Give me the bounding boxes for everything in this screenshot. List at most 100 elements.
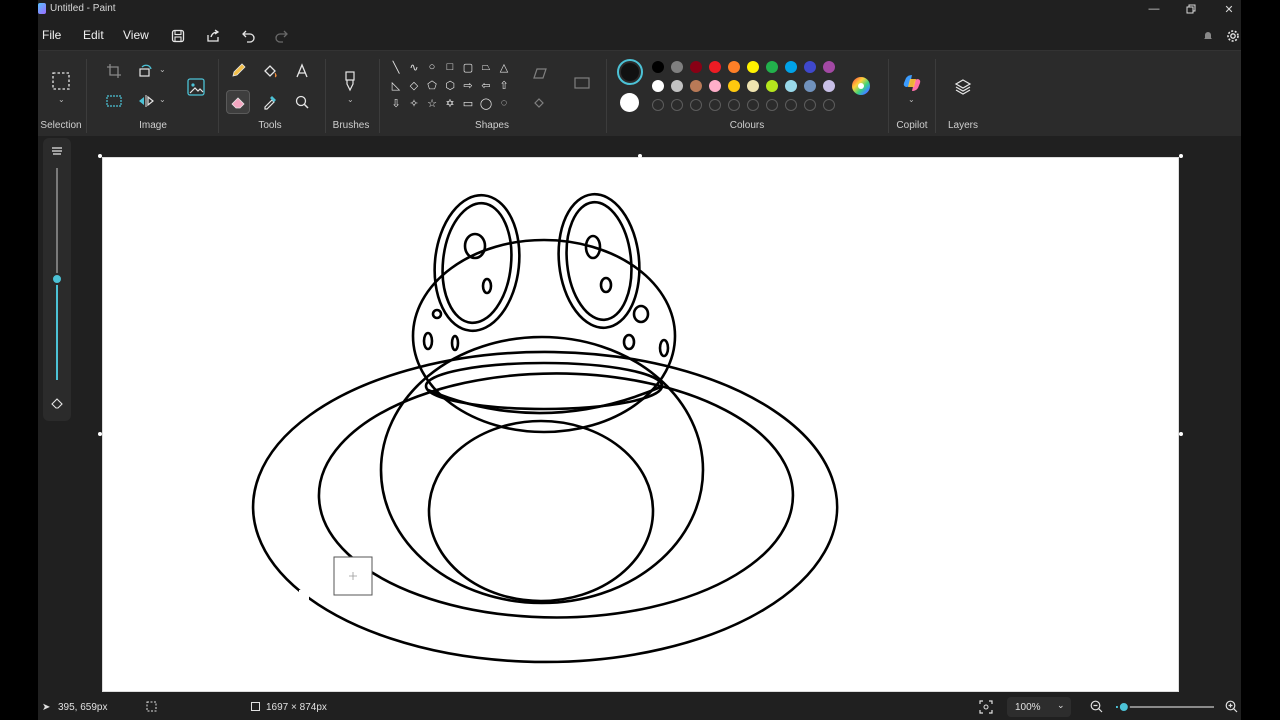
colour-swatch[interactable] <box>728 80 740 92</box>
primary-colour-button[interactable] <box>617 59 643 85</box>
diamond-shape-icon[interactable]: ◇ <box>406 77 422 93</box>
custom-colour-slot[interactable] <box>766 99 778 111</box>
colour-swatch[interactable] <box>690 61 702 73</box>
redo-button[interactable] <box>271 26 291 46</box>
pentagon-shape-icon[interactable]: ⬠ <box>424 77 440 93</box>
oval-callout-shape-icon[interactable]: ◯ <box>478 95 494 111</box>
canvas-resize-handle[interactable] <box>1179 432 1183 436</box>
colour-swatch[interactable] <box>671 61 683 73</box>
chevron-down-icon[interactable]: ⌄ <box>347 95 354 104</box>
colour-swatch[interactable] <box>785 61 797 73</box>
hexagon-shape-icon[interactable]: ⬡ <box>442 77 458 93</box>
settings-button[interactable] <box>1223 26 1243 46</box>
brushes-button[interactable] <box>338 69 362 93</box>
flip-button[interactable] <box>134 89 158 113</box>
brush-size-thumb[interactable] <box>51 273 63 285</box>
zoom-in-button[interactable] <box>1225 700 1238 716</box>
colour-swatch[interactable] <box>709 80 721 92</box>
canvas-resize-handle[interactable] <box>98 154 102 158</box>
line-shape-icon[interactable]: ╲ <box>388 59 404 75</box>
colour-swatch[interactable] <box>652 80 664 92</box>
chevron-down-icon[interactable]: ⌄ <box>159 95 166 104</box>
canvas-resize-handle[interactable] <box>1179 154 1183 158</box>
menu-file[interactable]: File <box>42 28 61 42</box>
custom-colour-slot[interactable] <box>728 99 740 111</box>
colour-swatch[interactable] <box>766 61 778 73</box>
triangle-shape-icon[interactable]: △ <box>496 59 512 75</box>
cloud-callout-shape-icon[interactable]: ◌ <box>496 95 512 111</box>
colour-swatch[interactable] <box>804 61 816 73</box>
canvas-resize-handle[interactable] <box>638 154 642 158</box>
save-button[interactable] <box>168 26 188 46</box>
menu-edit[interactable]: Edit <box>83 28 104 42</box>
custom-colour-slot[interactable] <box>709 99 721 111</box>
colour-swatch[interactable] <box>652 61 664 73</box>
chevron-down-icon[interactable]: ⌄ <box>58 95 65 104</box>
six-point-star-shape-icon[interactable]: ✡ <box>442 95 458 111</box>
right-triangle-shape-icon[interactable]: ◺ <box>388 77 404 93</box>
colour-swatch[interactable] <box>785 80 797 92</box>
share-button[interactable] <box>203 26 223 46</box>
custom-colour-slot[interactable] <box>690 99 702 111</box>
colour-swatch[interactable] <box>804 80 816 92</box>
zoom-dropdown[interactable]: 100% ⌄ <box>1007 697 1071 717</box>
colour-swatch[interactable] <box>747 61 759 73</box>
image-select-button[interactable] <box>182 73 210 101</box>
custom-colour-slot[interactable] <box>785 99 797 111</box>
text-button[interactable] <box>290 59 314 83</box>
custom-colour-slot[interactable] <box>823 99 835 111</box>
layers-button[interactable] <box>951 75 975 99</box>
shape-style-button[interactable] <box>570 71 594 95</box>
custom-colour-slot[interactable] <box>652 99 664 111</box>
zoom-slider-thumb[interactable] <box>1117 701 1130 713</box>
colour-swatch[interactable] <box>823 61 835 73</box>
four-point-star-shape-icon[interactable]: ✧ <box>406 95 422 111</box>
chevron-down-icon[interactable]: ⌄ <box>908 95 915 104</box>
colour-swatch[interactable] <box>671 80 683 92</box>
curve-shape-icon[interactable]: ∿ <box>406 59 422 75</box>
colour-swatch[interactable] <box>709 61 721 73</box>
colour-picker-button[interactable] <box>258 90 282 114</box>
colour-swatch[interactable] <box>747 80 759 92</box>
zoom-out-button[interactable] <box>1090 700 1103 716</box>
drawing-canvas[interactable] <box>102 157 1179 692</box>
canvas-resize-handle[interactable] <box>98 432 102 436</box>
fit-to-window-button[interactable] <box>979 700 993 717</box>
down-arrow-shape-icon[interactable]: ⇩ <box>388 95 404 111</box>
undo-button[interactable] <box>239 26 259 46</box>
right-arrow-shape-icon[interactable]: ⇨ <box>460 77 476 93</box>
magnifier-button[interactable] <box>290 90 314 114</box>
oval-shape-icon[interactable]: ○ <box>424 59 440 75</box>
custom-colour-slot[interactable] <box>747 99 759 111</box>
selection-tool-button[interactable] <box>49 69 73 93</box>
shape-outline-button[interactable] <box>528 61 552 85</box>
colour-swatch[interactable] <box>823 80 835 92</box>
menu-view[interactable]: View <box>123 28 149 42</box>
colour-swatch[interactable] <box>766 80 778 92</box>
pencil-button[interactable] <box>226 59 250 83</box>
zoom-slider[interactable] <box>1112 700 1218 714</box>
fill-button[interactable] <box>258 59 282 83</box>
colour-swatch[interactable] <box>690 80 702 92</box>
rounded-rectangle-shape-icon[interactable]: ▢ <box>460 59 476 75</box>
eraser-button[interactable] <box>226 90 250 114</box>
custom-colour-slot[interactable] <box>804 99 816 111</box>
chevron-down-icon[interactable]: ⌄ <box>159 65 166 74</box>
brush-size-slider[interactable] <box>43 138 71 421</box>
secondary-colour-button[interactable] <box>620 93 639 112</box>
maximize-button[interactable] <box>1172 0 1210 18</box>
polygon-shape-icon[interactable]: ⏢ <box>478 59 494 75</box>
left-arrow-shape-icon[interactable]: ⇦ <box>478 77 494 93</box>
five-point-star-shape-icon[interactable]: ☆ <box>424 95 440 111</box>
up-arrow-shape-icon[interactable]: ⇧ <box>496 77 512 93</box>
account-button[interactable] <box>1198 26 1218 46</box>
minimize-button[interactable]: — <box>1135 0 1173 18</box>
shape-fill-button[interactable] <box>528 91 552 115</box>
rotate-button[interactable] <box>134 59 158 83</box>
resize-button[interactable] <box>102 89 126 113</box>
crop-button[interactable] <box>102 59 126 83</box>
edit-colours-button[interactable] <box>848 73 874 99</box>
close-button[interactable]: ✕ <box>1210 0 1248 18</box>
custom-colour-slot[interactable] <box>671 99 683 111</box>
colour-swatch[interactable] <box>728 61 740 73</box>
